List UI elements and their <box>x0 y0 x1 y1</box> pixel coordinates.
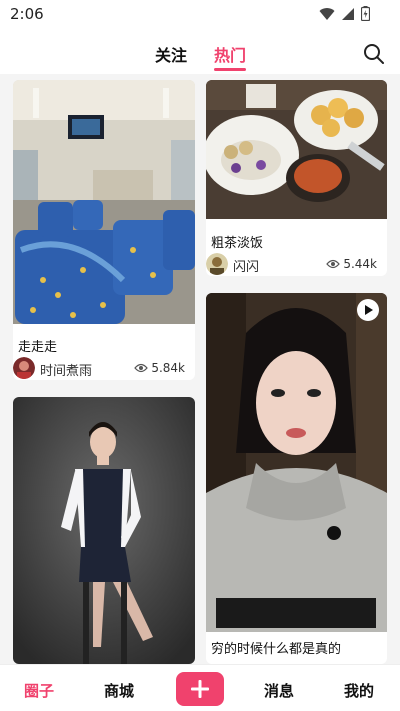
eye-icon <box>134 363 149 373</box>
status-bar: 2:06 <box>0 0 400 30</box>
play-icon <box>365 305 373 315</box>
feed-card[interactable]: 走走走 时间煮雨 5.84k <box>13 80 195 380</box>
search-button[interactable] <box>362 42 386 66</box>
post-meta: 闪闪 5.44k <box>206 253 387 276</box>
feed-card[interactable] <box>13 397 195 664</box>
eye-icon <box>326 259 341 269</box>
post-title: 走走走 <box>18 340 58 355</box>
tab-hot[interactable]: 热门 <box>214 42 246 66</box>
avatar[interactable] <box>206 253 228 275</box>
plus-icon <box>191 680 209 698</box>
post-meta: 时间煮雨 5.84k <box>13 357 195 380</box>
post-image <box>206 80 387 219</box>
feed-card[interactable]: 穷的时候什么都是真的 <box>206 293 387 664</box>
post-title: 穷的时候什么都是真的 <box>211 642 342 657</box>
author-name[interactable]: 时间煮雨 <box>40 360 92 379</box>
wifi-icon <box>319 7 335 20</box>
view-count-value: 5.44k <box>343 257 377 271</box>
add-post-button[interactable] <box>176 672 224 706</box>
post-image <box>13 397 195 664</box>
status-time: 2:06 <box>10 5 44 23</box>
top-header: 关注 热门 <box>0 30 400 74</box>
nav-mine[interactable]: 我的 <box>344 680 374 701</box>
food-plate-icon <box>206 80 387 219</box>
active-tab-indicator <box>214 68 246 71</box>
battery-icon <box>361 6 370 21</box>
feed: 走走走 时间煮雨 5.84k 粗茶淡饭 闪闪 5.44k 穷的时候什么都是真的 <box>0 74 400 664</box>
woman-seated-photo <box>13 397 195 664</box>
train-seats-icon <box>13 80 195 324</box>
tab-follow[interactable]: 关注 <box>155 42 187 66</box>
view-count: 5.44k <box>326 257 377 271</box>
view-count-value: 5.84k <box>151 361 185 375</box>
cellular-signal-icon <box>342 7 354 20</box>
feed-card[interactable]: 粗茶淡饭 闪闪 5.44k <box>206 80 387 276</box>
author-name[interactable]: 闪闪 <box>233 256 259 275</box>
post-title: 粗茶淡饭 <box>211 236 264 251</box>
status-icons <box>319 6 370 21</box>
bottom-nav: 圈子 商城 消息 我的 <box>0 664 400 711</box>
search-icon <box>364 44 384 64</box>
woman-hoodie-video <box>206 293 387 632</box>
nav-messages[interactable]: 消息 <box>264 680 294 701</box>
play-button[interactable] <box>357 299 379 321</box>
nav-circle[interactable]: 圈子 <box>24 680 54 701</box>
post-image <box>13 80 195 324</box>
avatar[interactable] <box>13 357 35 379</box>
post-image <box>206 293 387 632</box>
view-count: 5.84k <box>134 361 185 375</box>
nav-mall[interactable]: 商城 <box>104 680 134 701</box>
